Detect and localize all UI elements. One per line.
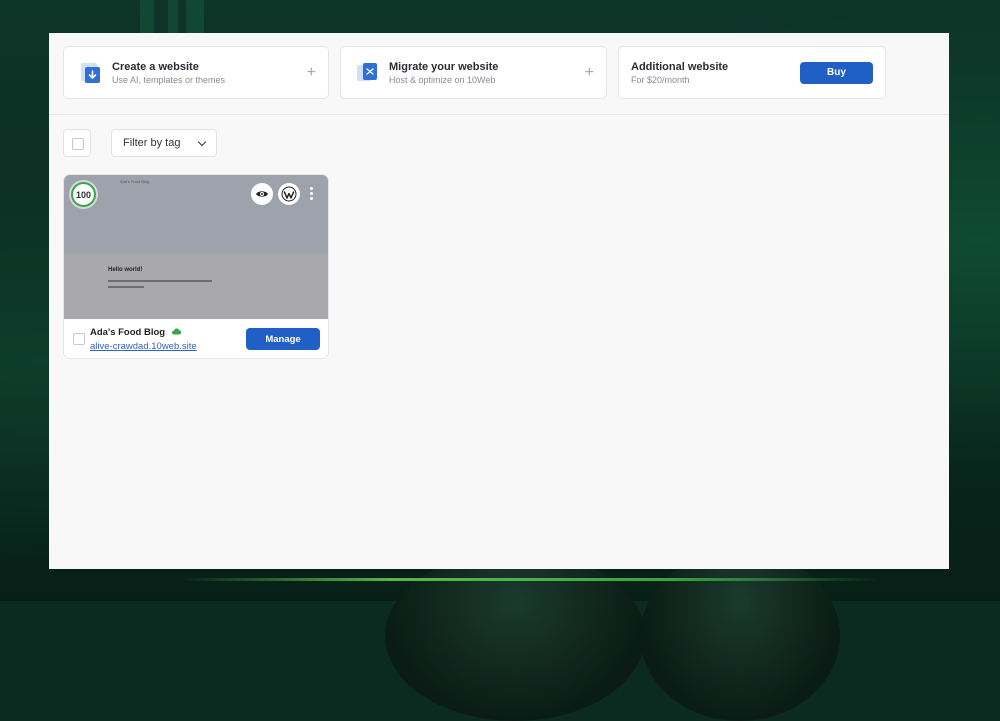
more-options-icon[interactable]: [310, 187, 314, 201]
migrate-website-plus-icon[interactable]: +: [585, 64, 594, 82]
site-card[interactable]: Ada's Food Blog Hello world! 100 Ada's F…: [63, 174, 329, 359]
background-orb: [640, 551, 840, 721]
background-orb: [385, 551, 645, 721]
chevron-down-icon: [197, 137, 207, 147]
dashboard-panel: Create a website Use AI, templates or th…: [49, 33, 949, 569]
wordpress-icon: [281, 186, 297, 202]
performance-score-badge: 100: [71, 182, 96, 207]
create-website-plus-icon[interactable]: +: [307, 64, 316, 82]
additional-website-title: Additional website: [631, 60, 729, 73]
background-stripe: [140, 0, 154, 34]
create-website-card[interactable]: Create a website Use AI, templates or th…: [63, 46, 329, 99]
background-stripe: [168, 0, 178, 34]
additional-website-card: Additional website For $20/month Buy: [618, 46, 886, 99]
eye-icon: [256, 191, 268, 197]
preview-text-line: [108, 286, 144, 288]
site-select-checkbox[interactable]: [73, 333, 85, 345]
create-website-subtitle: Use AI, templates or themes: [112, 74, 226, 85]
background-glow: [180, 578, 880, 581]
create-website-title: Create a website: [112, 60, 199, 73]
select-all-checkbox[interactable]: [63, 129, 91, 157]
checkbox-box: [72, 138, 84, 150]
preview-text-line: [108, 280, 212, 282]
migrate-website-subtitle: Host & optimize on 10Web: [389, 74, 496, 85]
migrate-icon: [355, 61, 379, 85]
site-url-link[interactable]: alive-crawdad.10web.site: [90, 341, 197, 352]
filter-by-tag-dropdown[interactable]: Filter by tag: [111, 129, 217, 157]
wordpress-admin-button[interactable]: [278, 183, 300, 205]
manage-button[interactable]: Manage: [246, 328, 320, 350]
cloud-icon: [171, 328, 181, 335]
additional-website-price: For $20/month: [631, 74, 690, 85]
preview-eye-button[interactable]: [251, 183, 273, 205]
filter-label: Filter by tag: [123, 137, 181, 149]
website-add-icon: [78, 61, 102, 85]
site-name-row: Ada's Food Blog: [90, 327, 182, 338]
migrate-website-card[interactable]: Migrate your website Host & optimize on …: [340, 46, 607, 99]
section-divider: [49, 114, 949, 115]
migrate-website-title: Migrate your website: [389, 60, 499, 73]
background-stripe: [186, 0, 204, 34]
preview-site-title: Ada's Food Blog: [120, 179, 150, 184]
buy-button[interactable]: Buy: [800, 61, 873, 84]
site-name: Ada's Food Blog: [90, 327, 166, 338]
preview-heading: Hello world!: [108, 267, 143, 273]
